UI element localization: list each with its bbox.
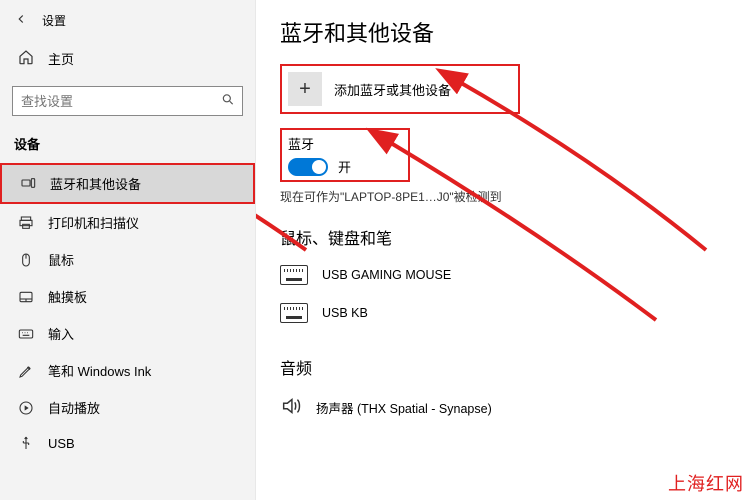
main-content: 蓝牙和其他设备 + 添加蓝牙或其他设备 蓝牙 开 现在可作为"LAPTOP-8P… bbox=[256, 0, 750, 500]
device-row[interactable]: USB GAMING MOUSE bbox=[280, 259, 726, 297]
watermark-text: 上海红网 bbox=[668, 470, 744, 496]
usb-icon bbox=[18, 435, 34, 451]
category-audio: 音频 bbox=[280, 355, 726, 379]
page-title: 蓝牙和其他设备 bbox=[280, 16, 726, 48]
search-icon bbox=[221, 93, 235, 110]
autoplay-icon bbox=[18, 400, 34, 416]
sidebar-item-autoplay[interactable]: 自动播放 bbox=[0, 389, 255, 426]
device-name: USB GAMING MOUSE bbox=[322, 268, 451, 282]
toggle-state-label: 开 bbox=[338, 157, 351, 176]
sidebar-item-printers[interactable]: 打印机和扫描仪 bbox=[0, 204, 255, 241]
home-label: 主页 bbox=[48, 49, 74, 68]
sidebar: 设置 主页 设备 蓝牙和其他设备 bbox=[0, 0, 256, 500]
window-title: 设置 bbox=[42, 14, 66, 28]
device-name: 扬声器 (THX Spatial - Synapse) bbox=[316, 398, 492, 417]
sidebar-item-mouse[interactable]: 鼠标 bbox=[0, 241, 255, 278]
sidebar-item-usb[interactable]: USB bbox=[0, 426, 255, 460]
bluetooth-toggle[interactable] bbox=[288, 158, 328, 176]
device-row[interactable]: USB KB bbox=[280, 297, 726, 335]
sidebar-item-label: USB bbox=[48, 436, 75, 451]
sidebar-item-label: 笔和 Windows Ink bbox=[48, 361, 151, 380]
settings-window: 设置 主页 设备 蓝牙和其他设备 bbox=[0, 0, 750, 500]
sidebar-item-pen[interactable]: 笔和 Windows Ink bbox=[0, 352, 255, 389]
sidebar-item-typing[interactable]: 输入 bbox=[0, 315, 255, 352]
search-input[interactable] bbox=[12, 86, 243, 116]
add-device-button[interactable]: + 添加蓝牙或其他设备 bbox=[280, 64, 520, 114]
sidebar-item-label: 触摸板 bbox=[48, 287, 87, 306]
sidebar-item-label: 鼠标 bbox=[48, 250, 74, 269]
keyboard-device-icon bbox=[280, 265, 308, 285]
sidebar-section-label: 设备 bbox=[0, 128, 255, 163]
keyboard-icon bbox=[18, 326, 34, 342]
sidebar-item-label: 输入 bbox=[48, 324, 74, 343]
sidebar-item-bluetooth[interactable]: 蓝牙和其他设备 bbox=[0, 163, 255, 204]
sidebar-item-label: 自动播放 bbox=[48, 398, 100, 417]
plus-icon: + bbox=[288, 72, 322, 106]
back-icon[interactable] bbox=[14, 12, 28, 29]
sidebar-item-label: 打印机和扫描仪 bbox=[48, 213, 139, 232]
speaker-icon bbox=[280, 395, 302, 420]
mouse-icon bbox=[18, 252, 34, 268]
pen-icon bbox=[18, 363, 34, 379]
device-row[interactable]: 扬声器 (THX Spatial - Synapse) bbox=[280, 389, 726, 432]
printer-icon bbox=[18, 215, 34, 231]
touchpad-icon bbox=[18, 289, 34, 305]
home-icon bbox=[18, 49, 34, 68]
sidebar-item-label: 蓝牙和其他设备 bbox=[50, 174, 141, 193]
bluetooth-label: 蓝牙 bbox=[288, 134, 402, 153]
window-titlebar: 设置 bbox=[0, 8, 255, 37]
discoverable-status: 现在可作为"LAPTOP-8PE1…J0"被检测到 bbox=[280, 188, 726, 205]
home-nav[interactable]: 主页 bbox=[0, 41, 255, 76]
sidebar-item-touchpad[interactable]: 触摸板 bbox=[0, 278, 255, 315]
category-mouse-keyboard: 鼠标、键盘和笔 bbox=[280, 225, 726, 249]
device-name: USB KB bbox=[322, 306, 368, 320]
keyboard-device-icon bbox=[280, 303, 308, 323]
sidebar-nav: 蓝牙和其他设备 打印机和扫描仪 鼠标 触摸板 bbox=[0, 163, 255, 460]
search-container bbox=[0, 80, 255, 128]
devices-icon bbox=[20, 176, 36, 192]
add-device-label: 添加蓝牙或其他设备 bbox=[334, 80, 451, 99]
bluetooth-block: 蓝牙 开 bbox=[280, 128, 410, 182]
